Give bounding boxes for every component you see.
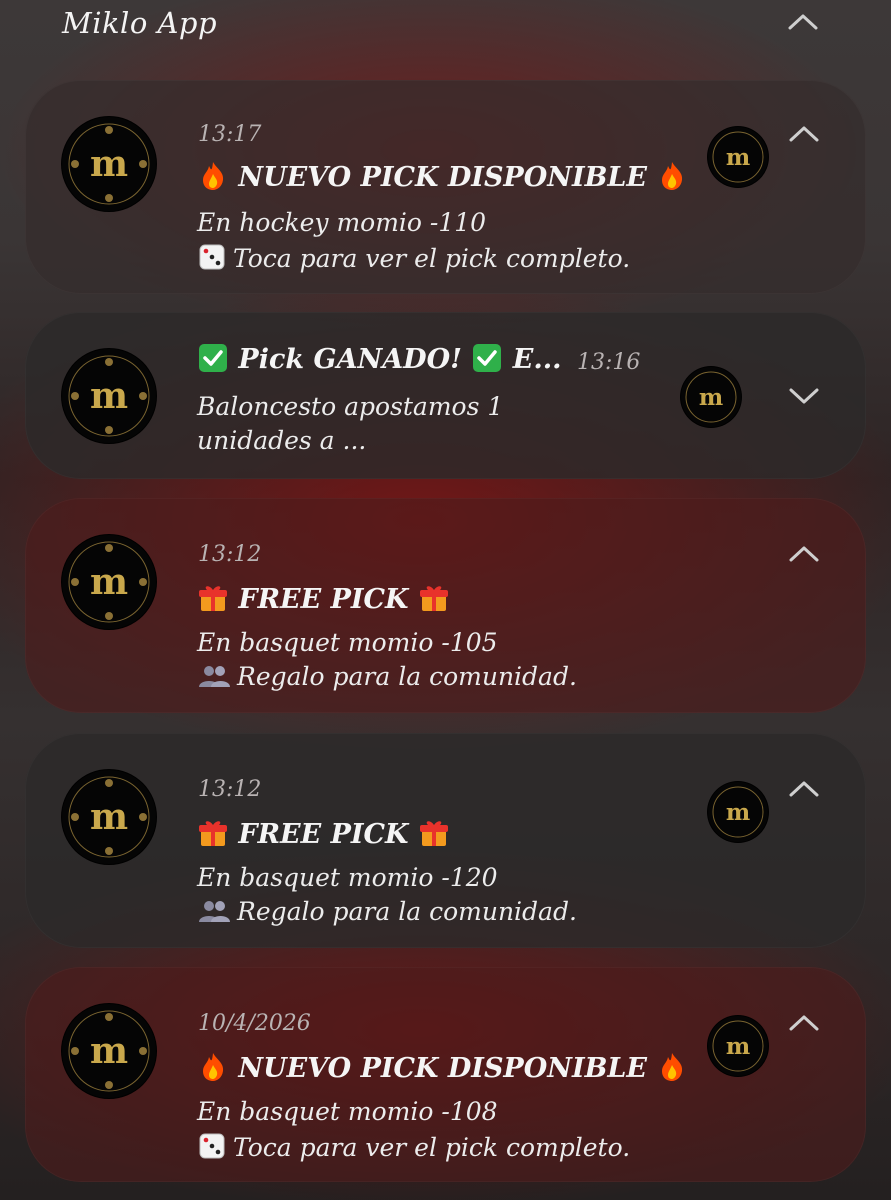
collapse-chevron-up-icon[interactable] [787,122,821,146]
fire-icon [656,1051,688,1083]
notification-time: 13:12 [198,777,262,802]
svg-text:m: m [90,1030,128,1072]
fire-icon [197,160,229,192]
svg-text:m: m [90,796,128,838]
notification-body-line-2: Toca para ver el pick completo. [197,242,630,273]
notification-body-line-1: Baloncesto apostamos 1 [197,392,504,421]
notification-title: NUEVO PICK DISPONIBLE [197,1051,688,1084]
notification-card[interactable]: m 10/4/2026 NUEVO PICK DISPONIBLE En bas… [25,967,866,1182]
app-logo-icon: m [61,769,157,865]
people-icon [197,898,231,924]
notification-body-text: Regalo para la comunidad. [237,662,577,691]
notification-card[interactable]: m 13:17 NUEVO PICK DISPONIBLE En hockey … [25,80,866,294]
notification-body-line-2: Regalo para la comunidad. [197,897,577,926]
notification-time: 13:17 [198,122,262,147]
notification-body-line-1: En hockey momio -110 [197,208,487,237]
notification-card[interactable]: m Pick GANADO! E... 13:16 Baloncesto apo… [25,312,866,479]
check-mark-icon [471,342,503,374]
collapse-chevron-up-icon[interactable] [787,777,821,801]
notification-body-line-2: Regalo para la comunidad. [197,662,577,691]
notification-title-text: FREE PICK [238,819,409,850]
notification-body-text: Toca para ver el pick completo. [233,1133,631,1162]
notification-body-line-2: Toca para ver el pick completo. [197,1131,630,1162]
notification-body-text: Regalo para la comunidad. [237,897,577,926]
gift-icon [197,582,229,614]
notification-body-text: Toca para ver el pick completo. [233,244,631,273]
check-mark-icon [197,342,229,374]
notification-time: 10/4/2026 [198,1011,311,1036]
notification-thumbnail: m [707,1015,769,1077]
notification-card[interactable]: m 13:12 FREE PICK En basquet momio -105 … [25,498,866,713]
notification-body-line-1: En basquet momio -105 [197,628,498,657]
app-logo-icon: m [61,1003,157,1099]
notification-time: 13:16 [577,350,641,375]
expand-chevron-down-icon[interactable] [787,384,821,408]
svg-text:m: m [726,799,750,826]
collapse-chevron-up-icon[interactable] [787,542,821,566]
svg-text:m: m [90,375,128,417]
svg-text:m: m [90,143,128,185]
dice-icon [197,1131,227,1161]
fire-icon [197,1051,229,1083]
notification-title-text: FREE PICK [238,584,409,615]
svg-text:m: m [726,144,750,171]
notification-time: 13:12 [198,542,262,567]
app-logo-icon: m [61,534,157,630]
notification-thumbnail: m [707,126,769,188]
svg-text:m: m [726,1033,750,1060]
notification-card[interactable]: m 13:12 FREE PICK En basquet momio -120 … [25,733,866,948]
gift-icon [418,582,450,614]
app-logo-icon: m [61,116,157,212]
collapse-group-chevron-up-icon[interactable] [786,10,820,34]
notification-title-text: NUEVO PICK DISPONIBLE [238,1053,647,1084]
gift-icon [197,817,229,849]
notification-body-line-1: En basquet momio -108 [197,1097,498,1126]
dice-icon [197,242,227,272]
app-name: Miklo App [62,6,218,40]
app-group-header[interactable]: Miklo App [0,0,891,52]
notification-body-line-2: unidades a ... [197,426,367,455]
notification-title-text: Pick GANADO! [238,344,462,375]
notification-title: Pick GANADO! E... [197,342,562,375]
collapse-chevron-up-icon[interactable] [787,1011,821,1035]
notification-title: FREE PICK [197,817,450,850]
people-icon [197,663,231,689]
notification-title: FREE PICK [197,582,450,615]
gift-icon [418,817,450,849]
notification-title: NUEVO PICK DISPONIBLE [197,160,688,193]
fire-icon [656,160,688,192]
svg-text:m: m [699,384,723,411]
notification-title-suffix: E... [512,344,562,375]
app-logo-icon: m [61,348,157,444]
svg-text:m: m [90,561,128,603]
notification-body-line-1: En basquet momio -120 [197,863,498,892]
notification-thumbnail: m [680,366,742,428]
notification-title-text: NUEVO PICK DISPONIBLE [238,162,647,193]
notification-thumbnail: m [707,781,769,843]
